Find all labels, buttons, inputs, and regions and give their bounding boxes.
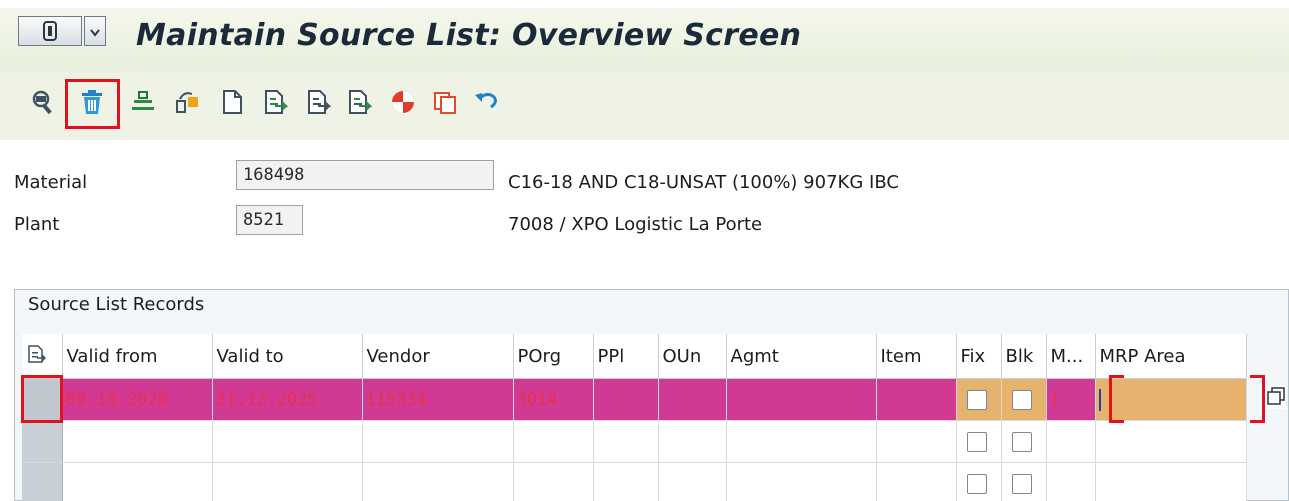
row-selector[interactable] — [22, 420, 63, 463]
cell-mrp-area[interactable] — [1095, 462, 1247, 501]
undo-icon[interactable] — [472, 88, 500, 116]
cell-fix — [956, 420, 1002, 463]
cell-item[interactable] — [876, 420, 957, 463]
column-header-porg[interactable]: POrg — [513, 334, 594, 379]
cell-valid-from[interactable]: 09.10.2020 — [62, 378, 213, 421]
cell-ppl[interactable] — [593, 462, 659, 501]
fix-checkbox[interactable] — [966, 431, 987, 452]
page-title: Maintain Source List: Overview Screen — [136, 18, 802, 53]
cell-vendor[interactable]: 115334 — [362, 378, 514, 421]
cell-valid-to[interactable]: 31.12.2025 — [212, 378, 363, 421]
plant-label: Plant — [14, 214, 60, 235]
column-header-oun[interactable]: OUn — [658, 334, 727, 379]
check-icon[interactable] — [389, 88, 417, 116]
source-list-table: Valid from Valid to Vendor POrg PPl OUn … — [22, 334, 1289, 501]
select-block-icon[interactable] — [345, 88, 373, 116]
table-row — [22, 462, 1247, 501]
cell-porg[interactable]: 3014 — [513, 378, 594, 421]
material-field[interactable]: 168498 — [236, 160, 494, 190]
plant-field[interactable]: 8521 — [236, 205, 303, 235]
cell-item[interactable] — [876, 378, 957, 421]
column-header-ppl[interactable]: PPl — [593, 334, 659, 379]
paperclip-icon — [43, 21, 57, 41]
row-selector[interactable] — [22, 462, 63, 501]
column-header-m[interactable]: M... — [1046, 334, 1096, 379]
table-row — [22, 420, 1247, 463]
chevron-down-icon — [90, 29, 100, 37]
column-settings-icon[interactable] — [26, 344, 47, 364]
plant-description: 7008 / XPO Logistic La Porte — [508, 214, 763, 235]
cell-porg[interactable] — [513, 462, 594, 501]
balance-icon[interactable] — [129, 88, 157, 116]
cell-valid-from[interactable] — [62, 462, 213, 501]
value-help-icon — [1267, 387, 1285, 405]
cell-ppl[interactable] — [593, 420, 659, 463]
blk-checkbox[interactable] — [1011, 389, 1032, 410]
cell-oun[interactable] — [658, 420, 727, 463]
cell-valid-to[interactable] — [212, 420, 363, 463]
cell-valid-to[interactable] — [212, 462, 363, 501]
cell-fix — [956, 462, 1002, 501]
cell-blk — [1001, 420, 1047, 463]
value-help-button[interactable] — [1266, 385, 1286, 409]
column-header-vendor[interactable]: Vendor — [362, 334, 514, 379]
material-label: Material — [14, 172, 88, 193]
cell-agmt[interactable] — [726, 378, 877, 421]
column-selector-header[interactable] — [22, 334, 63, 379]
column-header-agmt[interactable]: Agmt — [726, 334, 877, 379]
copy-icon[interactable] — [431, 88, 459, 116]
cell-vendor[interactable] — [362, 462, 514, 501]
column-header-item[interactable]: Item — [876, 334, 957, 379]
cell-agmt[interactable] — [726, 420, 877, 463]
fix-checkbox[interactable] — [966, 473, 987, 494]
cell-valid-from[interactable] — [62, 420, 213, 463]
column-header-blk[interactable]: Blk — [1001, 334, 1047, 379]
fix-checkbox[interactable] — [966, 389, 987, 410]
cell-vendor[interactable] — [362, 420, 514, 463]
delete-highlight-annotation — [65, 79, 120, 129]
cell-porg[interactable] — [513, 420, 594, 463]
cell-ppl[interactable] — [593, 378, 659, 421]
new-entries-icon[interactable] — [218, 88, 246, 116]
blk-checkbox[interactable] — [1011, 431, 1032, 452]
blk-checkbox[interactable] — [1011, 473, 1032, 494]
cell-m[interactable]: 1 — [1046, 378, 1096, 421]
cell-item[interactable] — [876, 462, 957, 501]
system-menu-button[interactable] — [18, 16, 82, 46]
column-header-mrp-area[interactable]: MRP Area — [1095, 334, 1247, 379]
column-header-fix[interactable]: Fix — [956, 334, 1002, 379]
cell-oun[interactable] — [658, 462, 727, 501]
material-description: C16-18 AND C18-UNSAT (100%) 907KG IBC — [508, 172, 899, 193]
table-row: 09.10.2020 31.12.2025 115334 3014 1 — [22, 378, 1247, 421]
text-cursor — [1098, 388, 1101, 411]
cell-blk — [1001, 462, 1047, 501]
cell-fix — [956, 378, 1002, 421]
column-header-valid-to[interactable]: Valid to — [212, 334, 363, 379]
row-selector-highlight-annotation — [21, 375, 63, 423]
select-all-icon[interactable] — [261, 88, 289, 116]
group-title: Source List Records — [28, 294, 205, 315]
mrp-area-highlight-annotation — [1109, 375, 1265, 423]
cell-oun[interactable] — [658, 378, 727, 421]
menu-dropdown-button[interactable] — [84, 16, 106, 46]
cell-agmt[interactable] — [726, 462, 877, 501]
display-icon[interactable] — [29, 88, 57, 116]
cell-mrp-area[interactable] — [1095, 420, 1247, 463]
deselect-all-icon[interactable] — [304, 88, 332, 116]
cell-m[interactable] — [1046, 420, 1096, 463]
column-header-valid-from[interactable]: Valid from — [62, 334, 213, 379]
cell-blk — [1001, 378, 1047, 421]
generate-records-icon[interactable] — [173, 88, 201, 116]
cell-m[interactable] — [1046, 462, 1096, 501]
